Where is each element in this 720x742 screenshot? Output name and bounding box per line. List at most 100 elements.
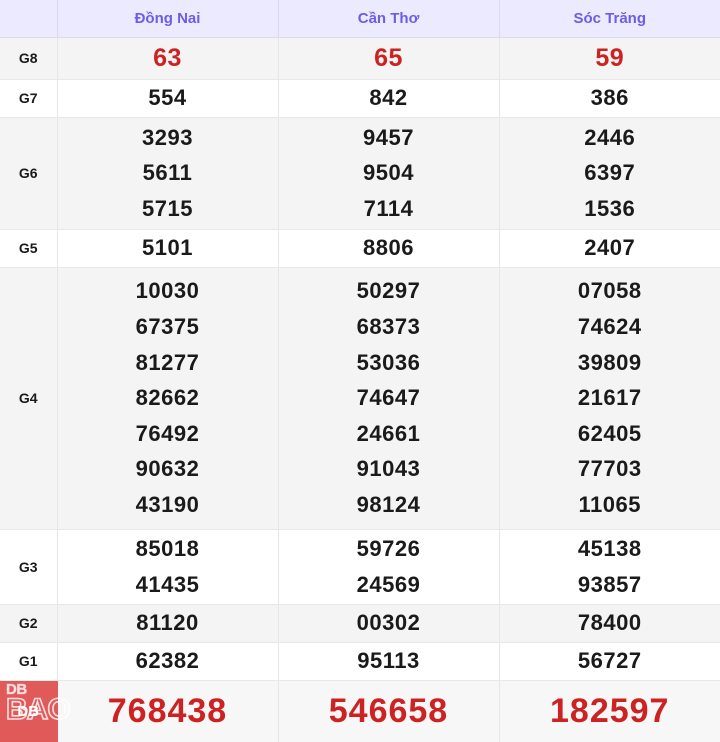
number-stack: 768438: [58, 681, 278, 742]
table-body: G8636559G7554842386G63293561157159457950…: [0, 38, 720, 742]
prize-number: 3293: [142, 120, 193, 156]
prize-number: 768438: [108, 684, 227, 739]
prize-cell-g4-col2: 50297683735303674647246619104398124: [278, 267, 499, 529]
prize-number: 5611: [143, 155, 193, 191]
number-stack: 56727: [500, 643, 720, 680]
prize-number: 74647: [357, 380, 421, 416]
prize-number: 65: [374, 38, 403, 79]
prize-number: 59726: [357, 531, 421, 567]
prize-number: 10030: [136, 273, 200, 309]
prize-cell-g2-col3: 78400: [499, 604, 720, 642]
prize-cell-g5-col3: 2407: [499, 229, 720, 267]
column-header-province-3: Sóc Trăng: [499, 0, 720, 38]
prize-number: 85018: [136, 531, 200, 567]
prize-number: 63: [153, 38, 182, 79]
prize-number: 5101: [142, 230, 193, 266]
prize-number: 98124: [357, 487, 421, 523]
number-stack: 329356115715: [58, 118, 278, 229]
number-stack: 244663971536: [500, 118, 720, 229]
prize-cell-g3-col2: 5972624569: [278, 529, 499, 604]
number-stack: 59: [500, 38, 720, 79]
table-row: G6329356115715945795047114244663971536: [0, 117, 720, 229]
prize-cell-g7-col3: 386: [499, 79, 720, 117]
number-stack: 386: [500, 80, 720, 117]
column-header-province-2: Cần Thơ: [278, 0, 499, 38]
prize-cell-g6-col3: 244663971536: [499, 117, 720, 229]
prize-cell-g7-col2: 842: [278, 79, 499, 117]
prize-cell-g2-col2: 00302: [278, 604, 499, 642]
prize-cell-g8-col3: 59: [499, 38, 720, 80]
prize-label-g2: G2: [0, 604, 57, 642]
prize-number: 6397: [584, 155, 635, 191]
prize-cell-g6-col2: 945795047114: [278, 117, 499, 229]
prize-number: 81277: [136, 345, 200, 381]
prize-label-g8: G8: [0, 38, 57, 80]
prize-number: 9504: [363, 155, 414, 191]
prize-number: 59: [595, 38, 624, 79]
prize-number: 95113: [357, 643, 419, 679]
prize-cell-g8-col1: 63: [57, 38, 278, 80]
table-row: G3850184143559726245694513893857: [0, 529, 720, 604]
table-row: G410030673758127782662764929063243190502…: [0, 267, 720, 529]
prize-number: 45138: [578, 531, 642, 567]
prize-number: 39809: [578, 345, 642, 381]
prize-label-g5: G5: [0, 229, 57, 267]
prize-cell-db-col3: 182597: [499, 680, 720, 742]
number-stack: 07058746243980921617624057770311065: [500, 268, 720, 529]
prize-cell-g7-col1: 554: [57, 79, 278, 117]
prize-number: 182597: [550, 684, 669, 739]
prize-number: 56727: [578, 643, 642, 679]
number-stack: 65: [279, 38, 499, 79]
number-stack: 5972624569: [279, 530, 499, 604]
number-stack: 5101: [58, 230, 278, 267]
prize-number: 78400: [578, 605, 642, 641]
prize-number: 62382: [136, 643, 200, 679]
number-stack: 50297683735303674647246619104398124: [279, 268, 499, 529]
prize-cell-g1-col2: 95113: [278, 642, 499, 680]
prize-cell-g6-col1: 329356115715: [57, 117, 278, 229]
prize-label-g3: G3: [0, 529, 57, 604]
prize-cell-g1-col3: 56727: [499, 642, 720, 680]
prize-number: 842: [369, 80, 407, 116]
table-row: G5 5101 8806 2407: [0, 229, 720, 267]
prize-label-g1: G1: [0, 642, 57, 680]
prize-number: 21617: [578, 380, 642, 416]
number-stack: 182597: [500, 681, 720, 742]
prize-number: 7114: [364, 191, 414, 227]
prize-number: 2407: [584, 230, 635, 266]
number-stack: 945795047114: [279, 118, 499, 229]
prize-number: 8806: [363, 230, 414, 266]
number-stack: 2407: [500, 230, 720, 267]
prize-number: 554: [148, 80, 186, 116]
table-row: G8 63 65 59: [0, 38, 720, 80]
number-stack: 00302: [279, 605, 499, 642]
prize-cell-g5-col1: 5101: [57, 229, 278, 267]
prize-number: 546658: [329, 684, 448, 739]
number-stack: 63: [58, 38, 278, 79]
prize-cell-db-col2: 546658: [278, 680, 499, 742]
number-stack: 62382: [58, 643, 278, 680]
prize-number: 386: [591, 80, 629, 116]
number-stack: 554: [58, 80, 278, 117]
lottery-results-table: Đồng Nai Cần Thơ Sóc Trăng G8636559G7554…: [0, 0, 720, 742]
prize-number: 9457: [363, 120, 414, 156]
prize-number: 24661: [357, 416, 421, 452]
header-row: Đồng Nai Cần Thơ Sóc Trăng: [0, 0, 720, 38]
prize-cell-g8-col2: 65: [278, 38, 499, 80]
prize-number: 1536: [584, 191, 635, 227]
prize-number: 43190: [136, 487, 200, 523]
prize-label-db: DB: [0, 680, 57, 742]
table-row: DB 768438 546658 182597: [0, 680, 720, 742]
prize-number: 07058: [578, 273, 642, 309]
prize-number: 62405: [578, 416, 642, 452]
prize-number: 5715: [142, 191, 193, 227]
prize-number: 81120: [136, 605, 198, 641]
prize-cell-g5-col2: 8806: [278, 229, 499, 267]
prize-cell-g1-col1: 62382: [57, 642, 278, 680]
number-stack: 4513893857: [500, 530, 720, 604]
number-stack: 8501841435: [58, 530, 278, 604]
prize-number: 93857: [578, 567, 642, 603]
number-stack: 95113: [279, 643, 499, 680]
prize-cell-g4-col1: 10030673758127782662764929063243190: [57, 267, 278, 529]
table-header: Đồng Nai Cần Thơ Sóc Trăng: [0, 0, 720, 38]
